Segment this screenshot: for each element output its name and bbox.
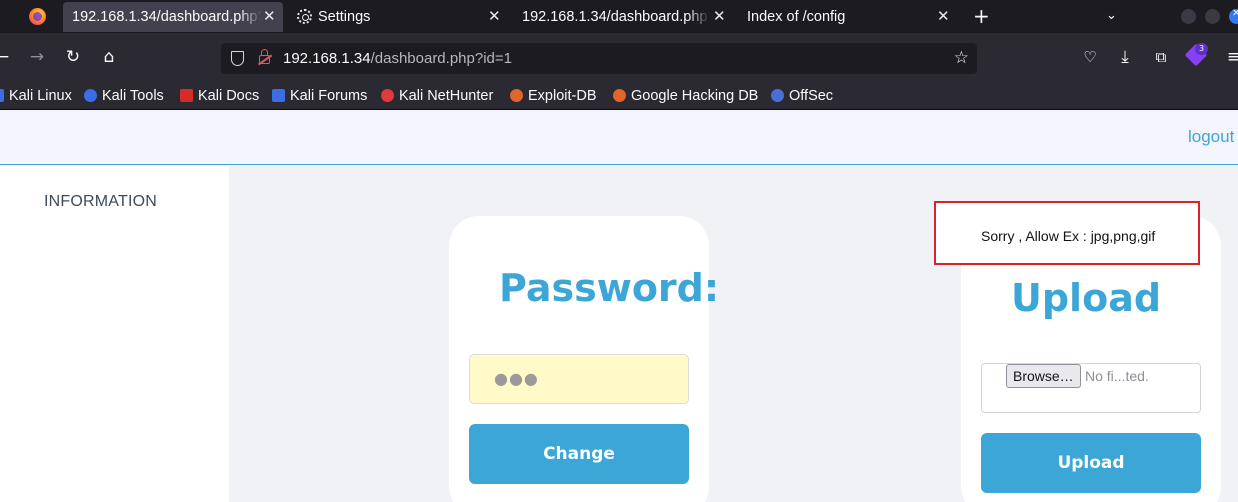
- bookmark-label: Google Hacking DB: [631, 88, 759, 104]
- extensions-icon[interactable]: ⧉: [1151, 45, 1171, 69]
- forward-icon[interactable]: →: [28, 45, 46, 69]
- tab-close-icon[interactable]: ✕: [263, 2, 276, 32]
- bookmark-label: Exploit-DB: [528, 88, 597, 104]
- page-content: logout INFORMATION Password: ●●● Change …: [0, 110, 1238, 502]
- upload-button[interactable]: Upload: [981, 433, 1201, 493]
- menu-icon[interactable]: ≡: [1224, 45, 1238, 69]
- bookmark-kali-docs[interactable]: Kali Docs: [180, 85, 259, 107]
- file-status-text: No fi...ted.: [1085, 368, 1149, 384]
- window-close-button[interactable]: [1229, 8, 1238, 24]
- password-card: Password: ●●● Change: [449, 216, 719, 502]
- sidebar-item-information[interactable]: INFORMATION: [44, 193, 157, 211]
- tab-settings[interactable]: Settings ✕: [318, 2, 504, 32]
- kali-forums-icon: [272, 89, 285, 102]
- kali-linux-icon: [0, 89, 4, 102]
- error-message-box: Sorry , Allow Ex : jpg,png,gif: [934, 201, 1200, 265]
- tab-title: 192.168.1.34/dashboard.php?id=1: [522, 9, 710, 25]
- offsec-icon: [771, 89, 784, 102]
- gear-icon: [297, 9, 312, 24]
- new-tab-button[interactable]: +: [973, 3, 990, 29]
- url-host: 192.168.1.34: [283, 50, 371, 67]
- error-message: Sorry , Allow Ex : jpg,png,gif: [981, 228, 1156, 244]
- tracking-protection-shield-icon[interactable]: [231, 51, 244, 66]
- tab-bar: 192.168.1.34/dashboard.php?id=1 ✕ Settin…: [0, 0, 1238, 33]
- back-icon[interactable]: ←: [0, 45, 10, 69]
- tab-close-icon[interactable]: ✕: [937, 2, 950, 32]
- bookmark-label: Kali Docs: [198, 88, 260, 104]
- tab-dashboard-active[interactable]: 192.168.1.34/dashboard.php?id=1 ✕: [63, 2, 283, 32]
- address-bar[interactable]: 192.168.1.34/dashboard.php?id=1 ☆: [221, 43, 977, 74]
- google-hacking-db-icon: [613, 89, 626, 102]
- bookmark-label: OffSec: [789, 88, 834, 104]
- change-button[interactable]: Change: [469, 424, 689, 484]
- file-input[interactable]: Browse… No fi...ted.: [981, 363, 1201, 413]
- tab-title: Index of /config: [747, 9, 846, 25]
- kali-nethunter-icon: [381, 89, 394, 102]
- bookmark-label: Kali NetHunter: [399, 88, 494, 104]
- bookmark-exploit-db[interactable]: Exploit-DB: [510, 85, 597, 107]
- tab-index-config[interactable]: Index of /config ✕: [747, 2, 957, 32]
- password-title: Password:: [499, 266, 720, 310]
- kali-tools-icon: [84, 89, 97, 102]
- tab-title: Settings: [318, 9, 371, 25]
- tab-title: 192.168.1.34/dashboard.php?id=1: [72, 9, 262, 25]
- kali-docs-icon: [180, 89, 193, 102]
- url-text[interactable]: 192.168.1.34/dashboard.php?id=1: [283, 43, 512, 74]
- bookmark-kali-nethunter[interactable]: Kali NetHunter: [381, 85, 493, 107]
- bookmark-kali-linux[interactable]: Kali Linux: [0, 85, 72, 107]
- maximize-button[interactable]: [1205, 9, 1220, 24]
- password-input[interactable]: ●●●: [469, 354, 689, 404]
- firefox-icon[interactable]: [29, 8, 46, 25]
- browse-button[interactable]: Browse…: [1006, 364, 1081, 388]
- bookmarks-toolbar: Kali Linux Kali Tools Kali Docs Kali For…: [0, 83, 1238, 110]
- downloads-icon[interactable]: ⤓: [1115, 45, 1135, 69]
- sidebar: INFORMATION: [0, 166, 229, 502]
- bookmark-label: Kali Forums: [290, 88, 368, 104]
- pocket-icon[interactable]: ♡: [1080, 45, 1100, 69]
- insecure-lock-icon[interactable]: [259, 49, 270, 64]
- url-path: /dashboard.php?id=1: [370, 50, 512, 67]
- navigation-toolbar: ← → ↻ ⌂ 192.168.1.34/dashboard.php?id=1 …: [0, 33, 1238, 83]
- tab-dashboard[interactable]: 192.168.1.34/dashboard.php?id=1 ✕: [522, 2, 732, 32]
- bookmark-kali-tools[interactable]: Kali Tools: [84, 85, 164, 107]
- exploit-db-icon: [510, 89, 523, 102]
- bookmark-star-icon[interactable]: ☆: [954, 43, 969, 74]
- upload-title: Upload: [1011, 276, 1162, 320]
- page-header: logout: [0, 110, 1238, 165]
- list-all-tabs-icon[interactable]: ⌄: [1106, 5, 1117, 27]
- logout-link[interactable]: logout: [1188, 127, 1234, 147]
- bookmark-google-hacking-db[interactable]: Google Hacking DB: [613, 85, 758, 107]
- reload-icon[interactable]: ↻: [63, 45, 83, 69]
- minimize-button[interactable]: [1181, 9, 1196, 24]
- tab-close-icon[interactable]: ✕: [488, 2, 501, 32]
- bookmark-label: Kali Linux: [9, 88, 72, 104]
- bookmark-kali-forums[interactable]: Kali Forums: [272, 85, 367, 107]
- tab-close-icon[interactable]: ✕: [713, 2, 726, 32]
- extension-badge-count: 3: [1195, 43, 1208, 55]
- home-icon[interactable]: ⌂: [99, 45, 119, 69]
- bookmark-label: Kali Tools: [102, 88, 164, 104]
- bookmark-offsec[interactable]: OffSec: [771, 85, 833, 107]
